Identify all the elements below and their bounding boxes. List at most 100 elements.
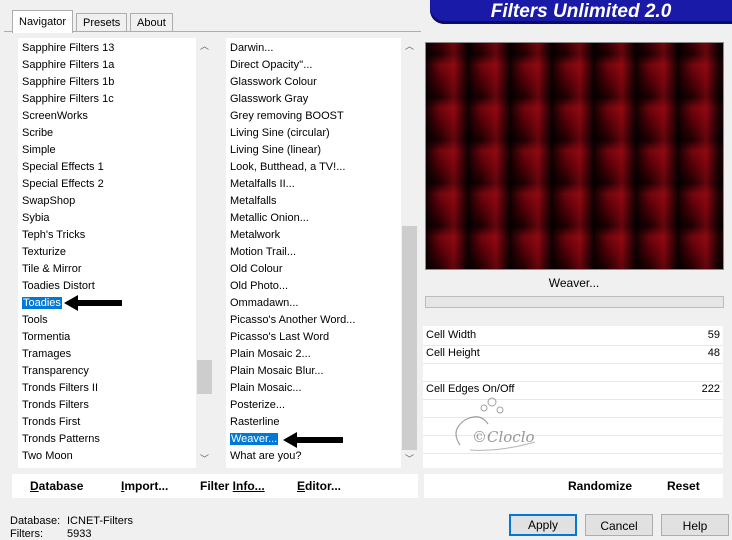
- filter-item[interactable]: Posterize...: [226, 397, 402, 414]
- filter-item[interactable]: Direct Opacity''...: [226, 57, 402, 74]
- category-item-label: Sapphire Filters 1c: [22, 93, 114, 105]
- category-item-label: Two Moon: [22, 450, 73, 462]
- category-item[interactable]: Tronds Filters: [18, 397, 197, 414]
- param-value: 59: [707, 329, 720, 341]
- filter-item[interactable]: Metalfalls II...: [226, 176, 402, 193]
- filter-item[interactable]: Plain Mosaic...: [226, 380, 402, 397]
- category-item-label: Sybia: [22, 212, 50, 224]
- category-item-label: VM Distortion: [22, 467, 88, 468]
- filter-item[interactable]: Metallic Onion...: [226, 210, 402, 227]
- category-item[interactable]: Tormentia: [18, 329, 197, 346]
- filter-item[interactable]: Old Photo...: [226, 278, 402, 295]
- category-item[interactable]: Transparency: [18, 363, 197, 380]
- category-item-label: Special Effects 1: [22, 161, 104, 173]
- editor-button[interactable]: Editor...: [297, 474, 341, 498]
- category-item[interactable]: Special Effects 2: [18, 176, 197, 193]
- category-item[interactable]: Toadies Distort: [18, 278, 197, 295]
- category-item-label: Transparency: [22, 365, 89, 377]
- param-row-cell-width[interactable]: Cell Width 59: [423, 327, 723, 344]
- filter-item[interactable]: Picasso's Another Word...: [226, 312, 402, 329]
- category-item[interactable]: VM Distortion: [18, 465, 197, 468]
- param-label: Cell Width: [426, 329, 477, 341]
- filter-item[interactable]: Ommadawn...: [226, 295, 402, 312]
- filter-item-label: Picasso's Last Word: [230, 331, 330, 343]
- category-item-label: Tronds Filters: [22, 399, 89, 411]
- category-list[interactable]: Sapphire Filters 13 Sapphire Filters 1a Sa…: [18, 38, 213, 468]
- help-button[interactable]: Help: [661, 514, 729, 536]
- category-item[interactable]: Sybia: [18, 210, 197, 227]
- category-item[interactable]: Tramages: [18, 346, 197, 363]
- filter-item-label: Plain Mosaic 2...: [230, 348, 311, 360]
- filter-item[interactable]: Look, Butthead, a TV!...: [226, 159, 402, 176]
- filter-item[interactable]: Glasswork Gray: [226, 91, 402, 108]
- filter-list[interactable]: Darwin... Direct Opacity''... Glasswork Co…: [226, 38, 418, 468]
- filter-item-label: Metalwork: [230, 229, 281, 241]
- filter-item[interactable]: Plain Mosaic 2...: [226, 346, 402, 363]
- filter-item-label: Grey removing BOOST: [230, 110, 344, 122]
- filter-item-label: Old Photo...: [230, 280, 289, 292]
- cancel-button[interactable]: Cancel: [585, 514, 653, 536]
- category-item[interactable]: Teph's Tricks: [18, 227, 197, 244]
- filter-item-label: Metalfalls II...: [230, 178, 295, 190]
- filter-item[interactable]: Motion Trail...: [226, 244, 402, 261]
- category-item[interactable]: Special Effects 1: [18, 159, 197, 176]
- filter-item[interactable]: Picasso's Last Word: [226, 329, 402, 346]
- category-item[interactable]: Sapphire Filters 13: [18, 40, 197, 57]
- category-item[interactable]: Tronds Filters II: [18, 380, 197, 397]
- category-item-label: Sapphire Filters 1a: [22, 59, 115, 71]
- category-item[interactable]: Scribe: [18, 125, 197, 142]
- tab-presets[interactable]: Presets: [76, 13, 128, 32]
- filter-item[interactable]: Metalfalls: [226, 193, 402, 210]
- category-item[interactable]: Tronds First: [18, 414, 197, 431]
- filter-item[interactable]: Old Colour: [226, 261, 402, 278]
- category-item[interactable]: SwapShop: [18, 193, 197, 210]
- category-item-label: SwapShop: [22, 195, 76, 207]
- filter-item-label: Plain Mosaic...: [230, 382, 302, 394]
- database-button[interactable]: Database: [30, 474, 83, 498]
- category-item[interactable]: Tools: [18, 312, 197, 329]
- scroll-down-icon[interactable]: ﹀: [196, 451, 213, 468]
- category-item[interactable]: Texturize: [18, 244, 197, 261]
- category-item[interactable]: Tronds Patterns: [18, 431, 197, 448]
- filter-item[interactable]: Rasterline: [226, 414, 402, 431]
- filter-item-label: Darwin...: [230, 42, 274, 54]
- apply-button[interactable]: Apply: [509, 514, 577, 536]
- filter-info-button[interactable]: Filter Info...: [200, 474, 265, 498]
- scroll-up-icon[interactable]: ︿: [196, 38, 213, 55]
- randomize-button[interactable]: Randomize: [568, 474, 632, 498]
- filter-item[interactable]: Living Sine (circular): [226, 125, 402, 142]
- category-item[interactable]: Two Moon: [18, 448, 197, 465]
- filter-item-label: Look, Butthead, a TV!...: [230, 161, 346, 173]
- category-item-label: Simple: [22, 144, 56, 156]
- filter-item-label: Picasso's Another Word...: [230, 314, 356, 326]
- tab-navigator[interactable]: Navigator: [12, 10, 74, 33]
- reset-button[interactable]: Reset: [667, 474, 700, 498]
- filter-item[interactable]: Plain Mosaic Blur...: [226, 363, 402, 380]
- scroll-down-icon[interactable]: ﹀: [401, 451, 418, 468]
- category-scroll-thumb[interactable]: [197, 360, 212, 394]
- category-scrollbar[interactable]: ︿ ﹀: [196, 38, 213, 468]
- filter-item[interactable]: Grey removing BOOST: [226, 108, 402, 125]
- category-item[interactable]: Sapphire Filters 1b: [18, 74, 197, 91]
- filter-scroll-thumb[interactable]: [402, 226, 417, 450]
- category-item-label: Sapphire Filters 1b: [22, 76, 115, 88]
- category-item[interactable]: Sapphire Filters 1a: [18, 57, 197, 74]
- category-item[interactable]: Sapphire Filters 1c: [18, 91, 197, 108]
- scroll-up-icon[interactable]: ︿: [401, 38, 418, 55]
- filter-item-label: Glasswork Gray: [230, 93, 309, 105]
- category-item[interactable]: Simple: [18, 142, 197, 159]
- category-item[interactable]: Tile & Mirror: [18, 261, 197, 278]
- filter-scrollbar[interactable]: ︿ ﹀: [401, 38, 418, 468]
- filter-item[interactable]: Darwin...: [226, 40, 402, 57]
- filter-item[interactable]: Living Sine (linear): [226, 142, 402, 159]
- filter-item[interactable]: Glasswork Colour: [226, 74, 402, 91]
- tab-about[interactable]: About: [130, 13, 173, 32]
- filter-item[interactable]: Metalwork: [226, 227, 402, 244]
- filter-item[interactable]: What are you?: [226, 448, 402, 465]
- import-button[interactable]: Import...: [121, 474, 168, 498]
- pointer-arrow-icon: [283, 432, 343, 448]
- slider-track[interactable]: [423, 363, 723, 364]
- param-row-cell-height[interactable]: Cell Height 48: [423, 345, 723, 362]
- pointer-arrow-icon: [64, 295, 122, 311]
- category-item[interactable]: ScreenWorks: [18, 108, 197, 125]
